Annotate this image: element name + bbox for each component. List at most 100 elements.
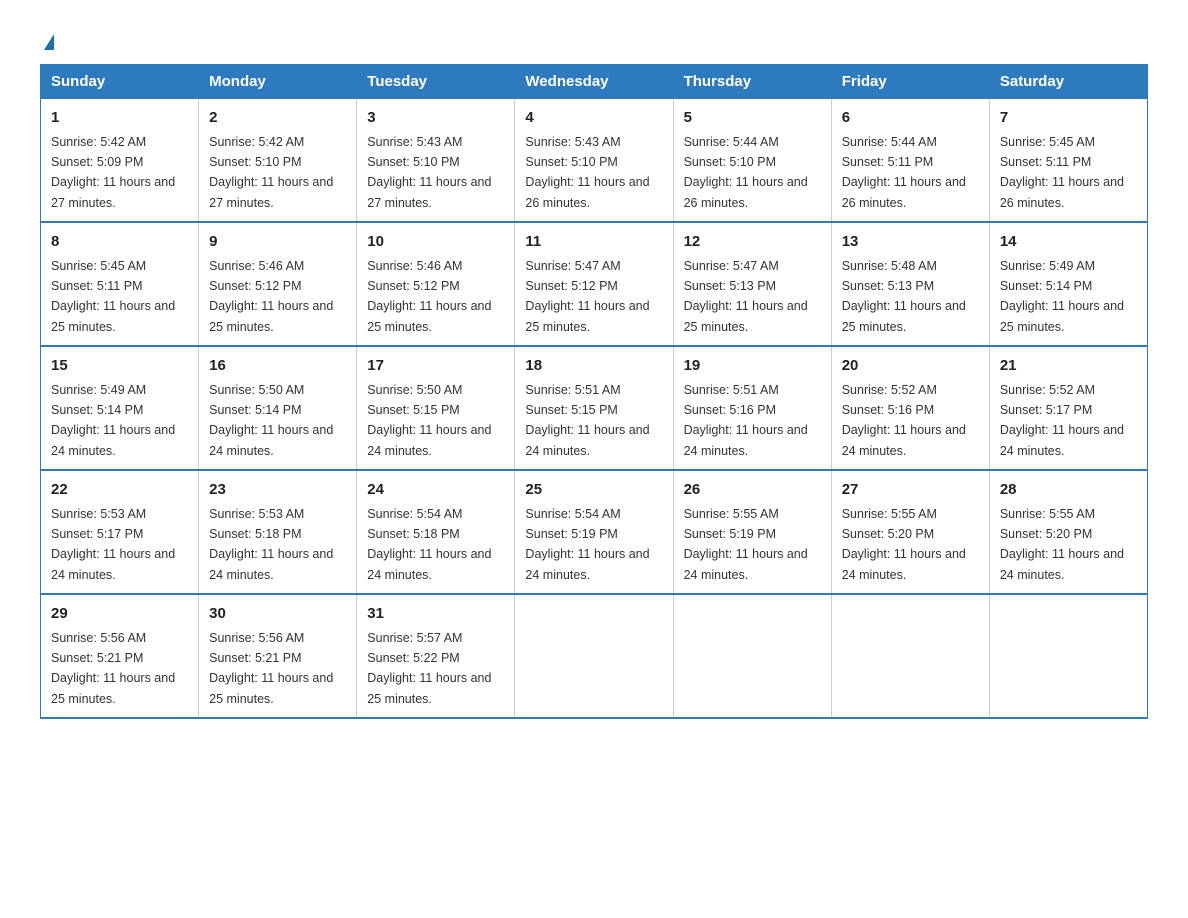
calendar-day-cell: 13 Sunrise: 5:48 AMSunset: 5:13 PMDaylig… bbox=[831, 222, 989, 346]
calendar-day-cell bbox=[673, 594, 831, 718]
day-info: Sunrise: 5:50 AMSunset: 5:15 PMDaylight:… bbox=[367, 383, 491, 458]
calendar-day-cell: 7 Sunrise: 5:45 AMSunset: 5:11 PMDayligh… bbox=[989, 99, 1147, 223]
calendar-day-cell: 19 Sunrise: 5:51 AMSunset: 5:16 PMDaylig… bbox=[673, 346, 831, 470]
day-number: 27 bbox=[842, 479, 979, 502]
day-info: Sunrise: 5:44 AMSunset: 5:11 PMDaylight:… bbox=[842, 135, 966, 210]
calendar-day-cell: 4 Sunrise: 5:43 AMSunset: 5:10 PMDayligh… bbox=[515, 99, 673, 223]
calendar-day-cell: 28 Sunrise: 5:55 AMSunset: 5:20 PMDaylig… bbox=[989, 470, 1147, 594]
day-info: Sunrise: 5:56 AMSunset: 5:21 PMDaylight:… bbox=[51, 631, 175, 706]
calendar-header: SundayMondayTuesdayWednesdayThursdayFrid… bbox=[41, 65, 1148, 99]
calendar-day-cell: 12 Sunrise: 5:47 AMSunset: 5:13 PMDaylig… bbox=[673, 222, 831, 346]
day-info: Sunrise: 5:44 AMSunset: 5:10 PMDaylight:… bbox=[684, 135, 808, 210]
calendar-day-cell: 27 Sunrise: 5:55 AMSunset: 5:20 PMDaylig… bbox=[831, 470, 989, 594]
day-number: 14 bbox=[1000, 231, 1137, 254]
calendar-body: 1 Sunrise: 5:42 AMSunset: 5:09 PMDayligh… bbox=[41, 99, 1148, 719]
day-number: 8 bbox=[51, 231, 188, 254]
calendar-day-cell: 20 Sunrise: 5:52 AMSunset: 5:16 PMDaylig… bbox=[831, 346, 989, 470]
weekday-header-monday: Monday bbox=[199, 65, 357, 99]
weekday-header-saturday: Saturday bbox=[989, 65, 1147, 99]
calendar-day-cell: 25 Sunrise: 5:54 AMSunset: 5:19 PMDaylig… bbox=[515, 470, 673, 594]
day-info: Sunrise: 5:51 AMSunset: 5:16 PMDaylight:… bbox=[684, 383, 808, 458]
day-info: Sunrise: 5:52 AMSunset: 5:17 PMDaylight:… bbox=[1000, 383, 1124, 458]
day-number: 29 bbox=[51, 603, 188, 626]
weekday-header-row: SundayMondayTuesdayWednesdayThursdayFrid… bbox=[41, 65, 1148, 99]
day-number: 4 bbox=[525, 107, 662, 130]
day-info: Sunrise: 5:50 AMSunset: 5:14 PMDaylight:… bbox=[209, 383, 333, 458]
day-number: 31 bbox=[367, 603, 504, 626]
calendar-day-cell: 11 Sunrise: 5:47 AMSunset: 5:12 PMDaylig… bbox=[515, 222, 673, 346]
calendar-day-cell bbox=[515, 594, 673, 718]
weekday-header-wednesday: Wednesday bbox=[515, 65, 673, 99]
day-info: Sunrise: 5:42 AMSunset: 5:09 PMDaylight:… bbox=[51, 135, 175, 210]
weekday-header-tuesday: Tuesday bbox=[357, 65, 515, 99]
calendar-week-1: 1 Sunrise: 5:42 AMSunset: 5:09 PMDayligh… bbox=[41, 99, 1148, 223]
day-number: 12 bbox=[684, 231, 821, 254]
calendar-day-cell: 30 Sunrise: 5:56 AMSunset: 5:21 PMDaylig… bbox=[199, 594, 357, 718]
day-number: 7 bbox=[1000, 107, 1137, 130]
day-number: 30 bbox=[209, 603, 346, 626]
calendar-week-5: 29 Sunrise: 5:56 AMSunset: 5:21 PMDaylig… bbox=[41, 594, 1148, 718]
day-number: 13 bbox=[842, 231, 979, 254]
calendar-week-2: 8 Sunrise: 5:45 AMSunset: 5:11 PMDayligh… bbox=[41, 222, 1148, 346]
day-info: Sunrise: 5:54 AMSunset: 5:18 PMDaylight:… bbox=[367, 507, 491, 582]
day-info: Sunrise: 5:55 AMSunset: 5:20 PMDaylight:… bbox=[842, 507, 966, 582]
day-info: Sunrise: 5:53 AMSunset: 5:18 PMDaylight:… bbox=[209, 507, 333, 582]
day-info: Sunrise: 5:47 AMSunset: 5:12 PMDaylight:… bbox=[525, 259, 649, 334]
day-info: Sunrise: 5:55 AMSunset: 5:19 PMDaylight:… bbox=[684, 507, 808, 582]
calendar-day-cell: 29 Sunrise: 5:56 AMSunset: 5:21 PMDaylig… bbox=[41, 594, 199, 718]
calendar-day-cell: 23 Sunrise: 5:53 AMSunset: 5:18 PMDaylig… bbox=[199, 470, 357, 594]
day-number: 16 bbox=[209, 355, 346, 378]
calendar-day-cell: 1 Sunrise: 5:42 AMSunset: 5:09 PMDayligh… bbox=[41, 99, 199, 223]
day-info: Sunrise: 5:46 AMSunset: 5:12 PMDaylight:… bbox=[367, 259, 491, 334]
day-number: 1 bbox=[51, 107, 188, 130]
day-number: 22 bbox=[51, 479, 188, 502]
day-info: Sunrise: 5:49 AMSunset: 5:14 PMDaylight:… bbox=[51, 383, 175, 458]
page-header bbox=[40, 30, 1148, 50]
day-info: Sunrise: 5:45 AMSunset: 5:11 PMDaylight:… bbox=[1000, 135, 1124, 210]
day-number: 24 bbox=[367, 479, 504, 502]
day-number: 9 bbox=[209, 231, 346, 254]
weekday-header-thursday: Thursday bbox=[673, 65, 831, 99]
calendar-day-cell: 15 Sunrise: 5:49 AMSunset: 5:14 PMDaylig… bbox=[41, 346, 199, 470]
day-info: Sunrise: 5:46 AMSunset: 5:12 PMDaylight:… bbox=[209, 259, 333, 334]
day-info: Sunrise: 5:45 AMSunset: 5:11 PMDaylight:… bbox=[51, 259, 175, 334]
calendar-day-cell: 10 Sunrise: 5:46 AMSunset: 5:12 PMDaylig… bbox=[357, 222, 515, 346]
logo bbox=[40, 30, 54, 50]
day-info: Sunrise: 5:48 AMSunset: 5:13 PMDaylight:… bbox=[842, 259, 966, 334]
day-info: Sunrise: 5:55 AMSunset: 5:20 PMDaylight:… bbox=[1000, 507, 1124, 582]
day-info: Sunrise: 5:51 AMSunset: 5:15 PMDaylight:… bbox=[525, 383, 649, 458]
day-number: 18 bbox=[525, 355, 662, 378]
day-info: Sunrise: 5:42 AMSunset: 5:10 PMDaylight:… bbox=[209, 135, 333, 210]
calendar-day-cell: 18 Sunrise: 5:51 AMSunset: 5:15 PMDaylig… bbox=[515, 346, 673, 470]
day-number: 3 bbox=[367, 107, 504, 130]
day-info: Sunrise: 5:57 AMSunset: 5:22 PMDaylight:… bbox=[367, 631, 491, 706]
day-number: 6 bbox=[842, 107, 979, 130]
calendar-day-cell: 31 Sunrise: 5:57 AMSunset: 5:22 PMDaylig… bbox=[357, 594, 515, 718]
day-number: 11 bbox=[525, 231, 662, 254]
day-info: Sunrise: 5:43 AMSunset: 5:10 PMDaylight:… bbox=[525, 135, 649, 210]
weekday-header-friday: Friday bbox=[831, 65, 989, 99]
calendar-day-cell: 16 Sunrise: 5:50 AMSunset: 5:14 PMDaylig… bbox=[199, 346, 357, 470]
calendar-day-cell bbox=[989, 594, 1147, 718]
day-info: Sunrise: 5:49 AMSunset: 5:14 PMDaylight:… bbox=[1000, 259, 1124, 334]
day-number: 10 bbox=[367, 231, 504, 254]
calendar-day-cell: 5 Sunrise: 5:44 AMSunset: 5:10 PMDayligh… bbox=[673, 99, 831, 223]
day-number: 19 bbox=[684, 355, 821, 378]
calendar-day-cell: 21 Sunrise: 5:52 AMSunset: 5:17 PMDaylig… bbox=[989, 346, 1147, 470]
calendar-day-cell: 17 Sunrise: 5:50 AMSunset: 5:15 PMDaylig… bbox=[357, 346, 515, 470]
calendar-day-cell: 6 Sunrise: 5:44 AMSunset: 5:11 PMDayligh… bbox=[831, 99, 989, 223]
weekday-header-sunday: Sunday bbox=[41, 65, 199, 99]
calendar-day-cell: 9 Sunrise: 5:46 AMSunset: 5:12 PMDayligh… bbox=[199, 222, 357, 346]
day-number: 25 bbox=[525, 479, 662, 502]
logo-triangle-icon bbox=[44, 34, 54, 50]
day-number: 23 bbox=[209, 479, 346, 502]
day-number: 20 bbox=[842, 355, 979, 378]
calendar-day-cell: 2 Sunrise: 5:42 AMSunset: 5:10 PMDayligh… bbox=[199, 99, 357, 223]
calendar-day-cell: 14 Sunrise: 5:49 AMSunset: 5:14 PMDaylig… bbox=[989, 222, 1147, 346]
day-info: Sunrise: 5:47 AMSunset: 5:13 PMDaylight:… bbox=[684, 259, 808, 334]
day-number: 5 bbox=[684, 107, 821, 130]
day-info: Sunrise: 5:43 AMSunset: 5:10 PMDaylight:… bbox=[367, 135, 491, 210]
day-number: 2 bbox=[209, 107, 346, 130]
calendar-day-cell: 3 Sunrise: 5:43 AMSunset: 5:10 PMDayligh… bbox=[357, 99, 515, 223]
day-number: 26 bbox=[684, 479, 821, 502]
